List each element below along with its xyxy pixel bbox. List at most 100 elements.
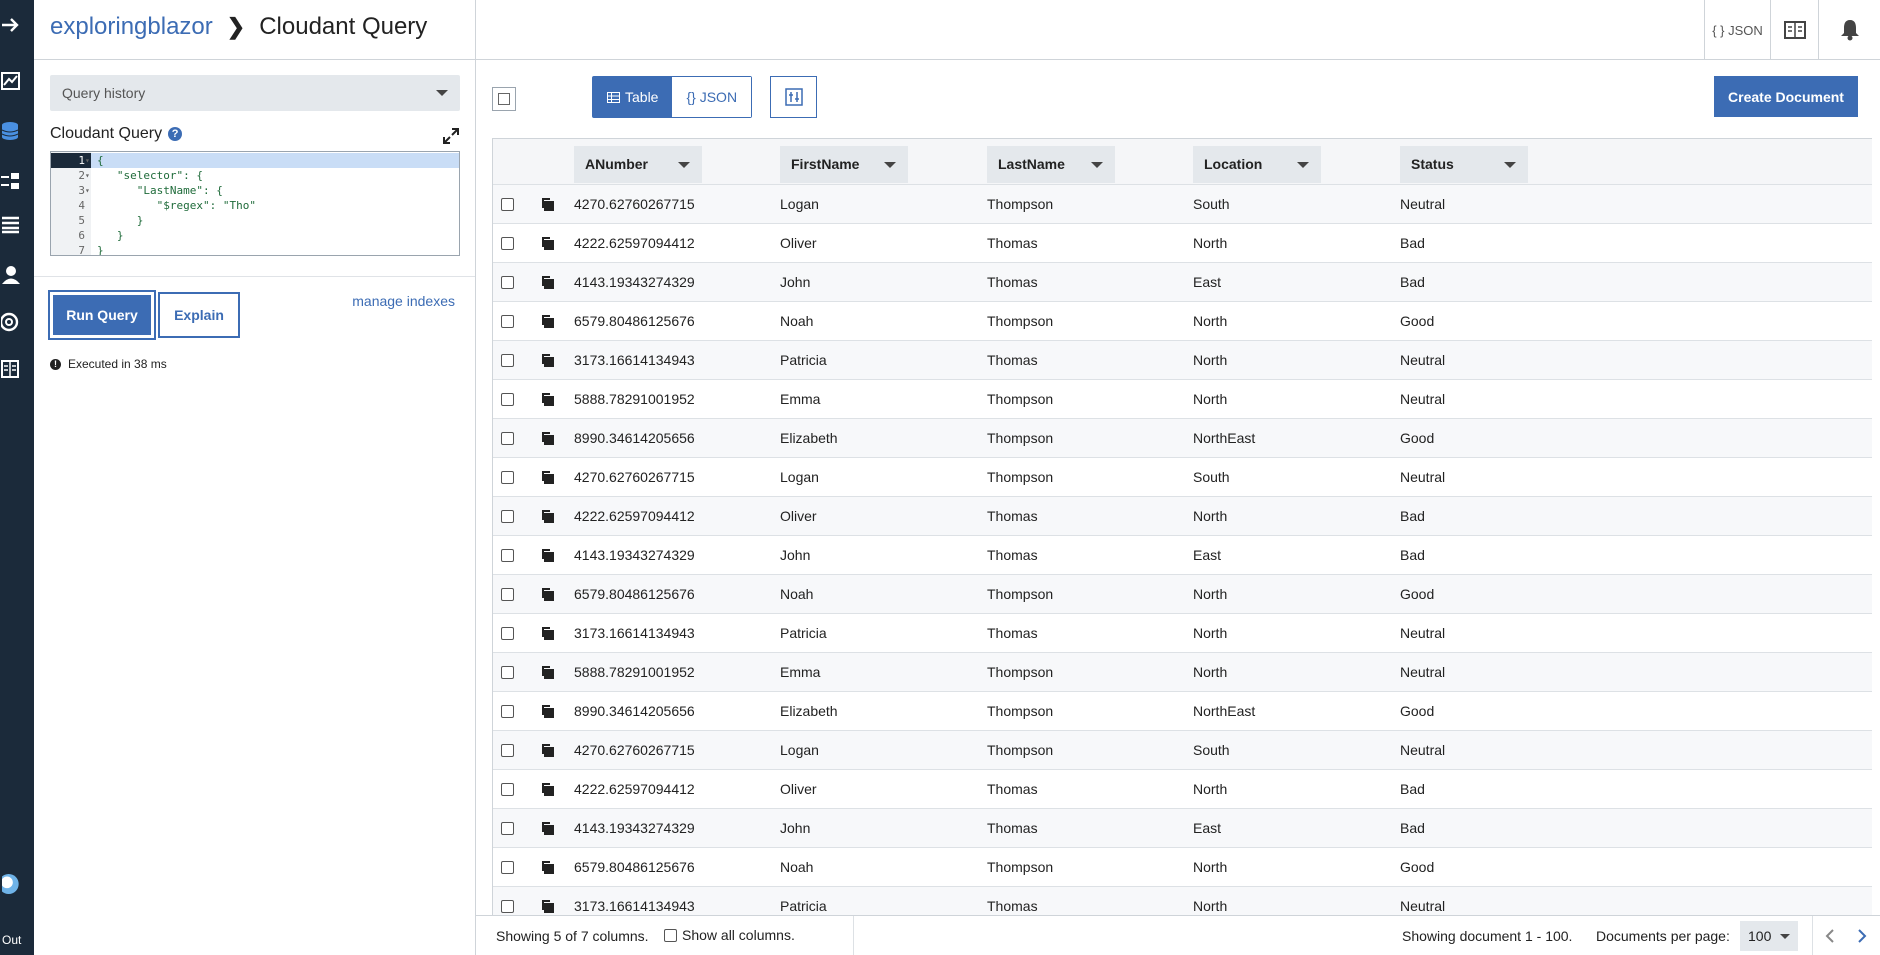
copy-icon[interactable] <box>540 508 556 524</box>
row-checkbox[interactable] <box>501 900 514 913</box>
copy-icon[interactable] <box>540 391 556 407</box>
fold-icon[interactable]: ▾ <box>85 153 91 168</box>
row-checkbox[interactable] <box>501 705 514 718</box>
row-checkbox[interactable] <box>501 588 514 601</box>
json-api-button[interactable]: { } JSON <box>1704 0 1770 60</box>
row-checkbox[interactable] <box>501 354 514 367</box>
row-checkbox[interactable] <box>501 393 514 406</box>
copy-icon[interactable] <box>540 469 556 485</box>
support-icon[interactable] <box>0 311 22 333</box>
table-row[interactable]: 4270.62760267715 Logan Thompson South Neutra… <box>493 185 1872 224</box>
run-query-button[interactable]: Run Query <box>48 290 156 340</box>
table-row[interactable]: 3173.16614134943 Patricia Thomas North Neutr… <box>493 614 1872 653</box>
user-icon[interactable] <box>0 264 22 286</box>
tab-json[interactable]: {} JSON <box>672 77 752 117</box>
documentation-icon[interactable] <box>0 358 22 380</box>
column-header[interactable]: Status <box>1400 146 1528 183</box>
replication-icon[interactable] <box>0 170 22 192</box>
select-all-checkbox[interactable] <box>492 87 516 111</box>
code-line[interactable]: 5 } <box>51 213 459 228</box>
copy-icon[interactable] <box>540 313 556 329</box>
list-icon[interactable] <box>0 213 22 235</box>
copy-icon[interactable] <box>540 898 556 914</box>
table-row[interactable]: 8990.34614205656 Elizabeth Thompson NorthEa… <box>493 419 1872 458</box>
user-avatar-icon[interactable] <box>0 872 24 896</box>
table-row[interactable]: 6579.80486125676 Noah Thompson North Good <box>493 848 1872 887</box>
table-row[interactable]: 5888.78291001952 Emma Thompson North Neutral <box>493 380 1872 419</box>
query-code-editor[interactable]: 1 ▾{2 ▾ "selector": {3 ▾ "LastName": {4 "$r… <box>50 151 460 256</box>
copy-icon[interactable] <box>540 196 556 212</box>
row-checkbox[interactable] <box>501 744 514 757</box>
column-header[interactable]: Location <box>1193 146 1321 183</box>
scrollbar[interactable] <box>1874 185 1879 925</box>
copy-icon[interactable] <box>540 781 556 797</box>
previous-page-button[interactable] <box>1818 924 1842 948</box>
copy-icon[interactable] <box>540 703 556 719</box>
arrow-right-icon[interactable] <box>0 14 22 36</box>
table-row[interactable]: 3173.16614134943 Patricia Thomas North Neutr… <box>493 341 1872 380</box>
row-checkbox[interactable] <box>501 471 514 484</box>
fold-icon[interactable]: ▾ <box>85 183 91 198</box>
copy-icon[interactable] <box>540 625 556 641</box>
table-row[interactable]: 3173.16614134943 Patricia Thomas North Neutr… <box>493 887 1872 915</box>
row-checkbox[interactable] <box>501 237 514 250</box>
table-row[interactable]: 4143.19343274329 John Thomas East Bad <box>493 536 1872 575</box>
logout-label[interactable]: Out <box>2 933 21 947</box>
copy-icon[interactable] <box>540 664 556 680</box>
row-checkbox[interactable] <box>501 666 514 679</box>
copy-icon[interactable] <box>540 859 556 875</box>
column-header[interactable]: ANumber <box>574 146 702 183</box>
expand-icon[interactable] <box>443 128 459 144</box>
notifications-button[interactable] <box>1818 0 1880 60</box>
row-checkbox[interactable] <box>501 198 514 211</box>
table-row[interactable]: 4222.62597094412 Oliver Thomas North Bad <box>493 497 1872 536</box>
code-line[interactable]: 4 "$regex": "Tho" <box>51 198 459 213</box>
show-all-checkbox[interactable] <box>664 928 677 942</box>
table-row[interactable]: 4270.62760267715 Logan Thompson South Neutra… <box>493 731 1872 770</box>
query-history-select[interactable]: Query history <box>50 75 460 111</box>
row-checkbox[interactable] <box>501 315 514 328</box>
column-selector-button[interactable] <box>770 76 817 118</box>
row-checkbox[interactable] <box>501 549 514 562</box>
row-checkbox[interactable] <box>501 510 514 523</box>
table-row[interactable]: 5888.78291001952 Emma Thompson North Neutral <box>493 653 1872 692</box>
copy-icon[interactable] <box>540 352 556 368</box>
table-row[interactable]: 4270.62760267715 Logan Thompson South Neutra… <box>493 458 1872 497</box>
table-row[interactable]: 6579.80486125676 Noah Thompson North Good <box>493 575 1872 614</box>
docs-button[interactable] <box>1770 0 1818 60</box>
code-line[interactable]: 3 ▾ "LastName": { <box>51 183 459 198</box>
tab-table[interactable]: Table <box>593 77 673 117</box>
activity-chart-icon[interactable] <box>0 70 22 92</box>
copy-icon[interactable] <box>540 820 556 836</box>
column-header[interactable]: LastName <box>987 146 1115 183</box>
table-row[interactable]: 6579.80486125676 Noah Thompson North Good <box>493 302 1872 341</box>
row-checkbox[interactable] <box>501 276 514 289</box>
column-header[interactable]: FirstName <box>780 146 908 183</box>
row-checkbox[interactable] <box>501 783 514 796</box>
manage-indexes-link[interactable]: manage indexes <box>352 293 455 309</box>
help-icon[interactable]: ? <box>168 127 183 141</box>
code-line[interactable]: 1 ▾{ <box>51 153 459 168</box>
copy-icon[interactable] <box>540 235 556 251</box>
code-line[interactable]: 7} <box>51 243 459 255</box>
per-page-select[interactable]: 100 <box>1740 921 1798 951</box>
code-line[interactable]: 2 ▾ "selector": { <box>51 168 459 183</box>
row-checkbox[interactable] <box>501 822 514 835</box>
copy-icon[interactable] <box>540 547 556 563</box>
copy-icon[interactable] <box>540 274 556 290</box>
explain-button[interactable]: Explain <box>158 292 240 338</box>
breadcrumb-database[interactable]: exploringblazor <box>50 13 213 41</box>
show-all-columns[interactable]: Show all columns. <box>664 927 795 943</box>
table-row[interactable]: 4222.62597094412 Oliver Thomas North Bad <box>493 224 1872 263</box>
code-line[interactable]: 6 } <box>51 228 459 243</box>
copy-icon[interactable] <box>540 586 556 602</box>
table-row[interactable]: 4143.19343274329 John Thomas East Bad <box>493 809 1872 848</box>
row-checkbox[interactable] <box>501 627 514 640</box>
table-row[interactable]: 4143.19343274329 John Thomas East Bad <box>493 263 1872 302</box>
create-document-button[interactable]: Create Document <box>1714 76 1858 117</box>
copy-icon[interactable] <box>540 742 556 758</box>
table-row[interactable]: 8990.34614205656 Elizabeth Thompson NorthEa… <box>493 692 1872 731</box>
row-checkbox[interactable] <box>501 432 514 445</box>
copy-icon[interactable] <box>540 430 556 446</box>
row-checkbox[interactable] <box>501 861 514 874</box>
